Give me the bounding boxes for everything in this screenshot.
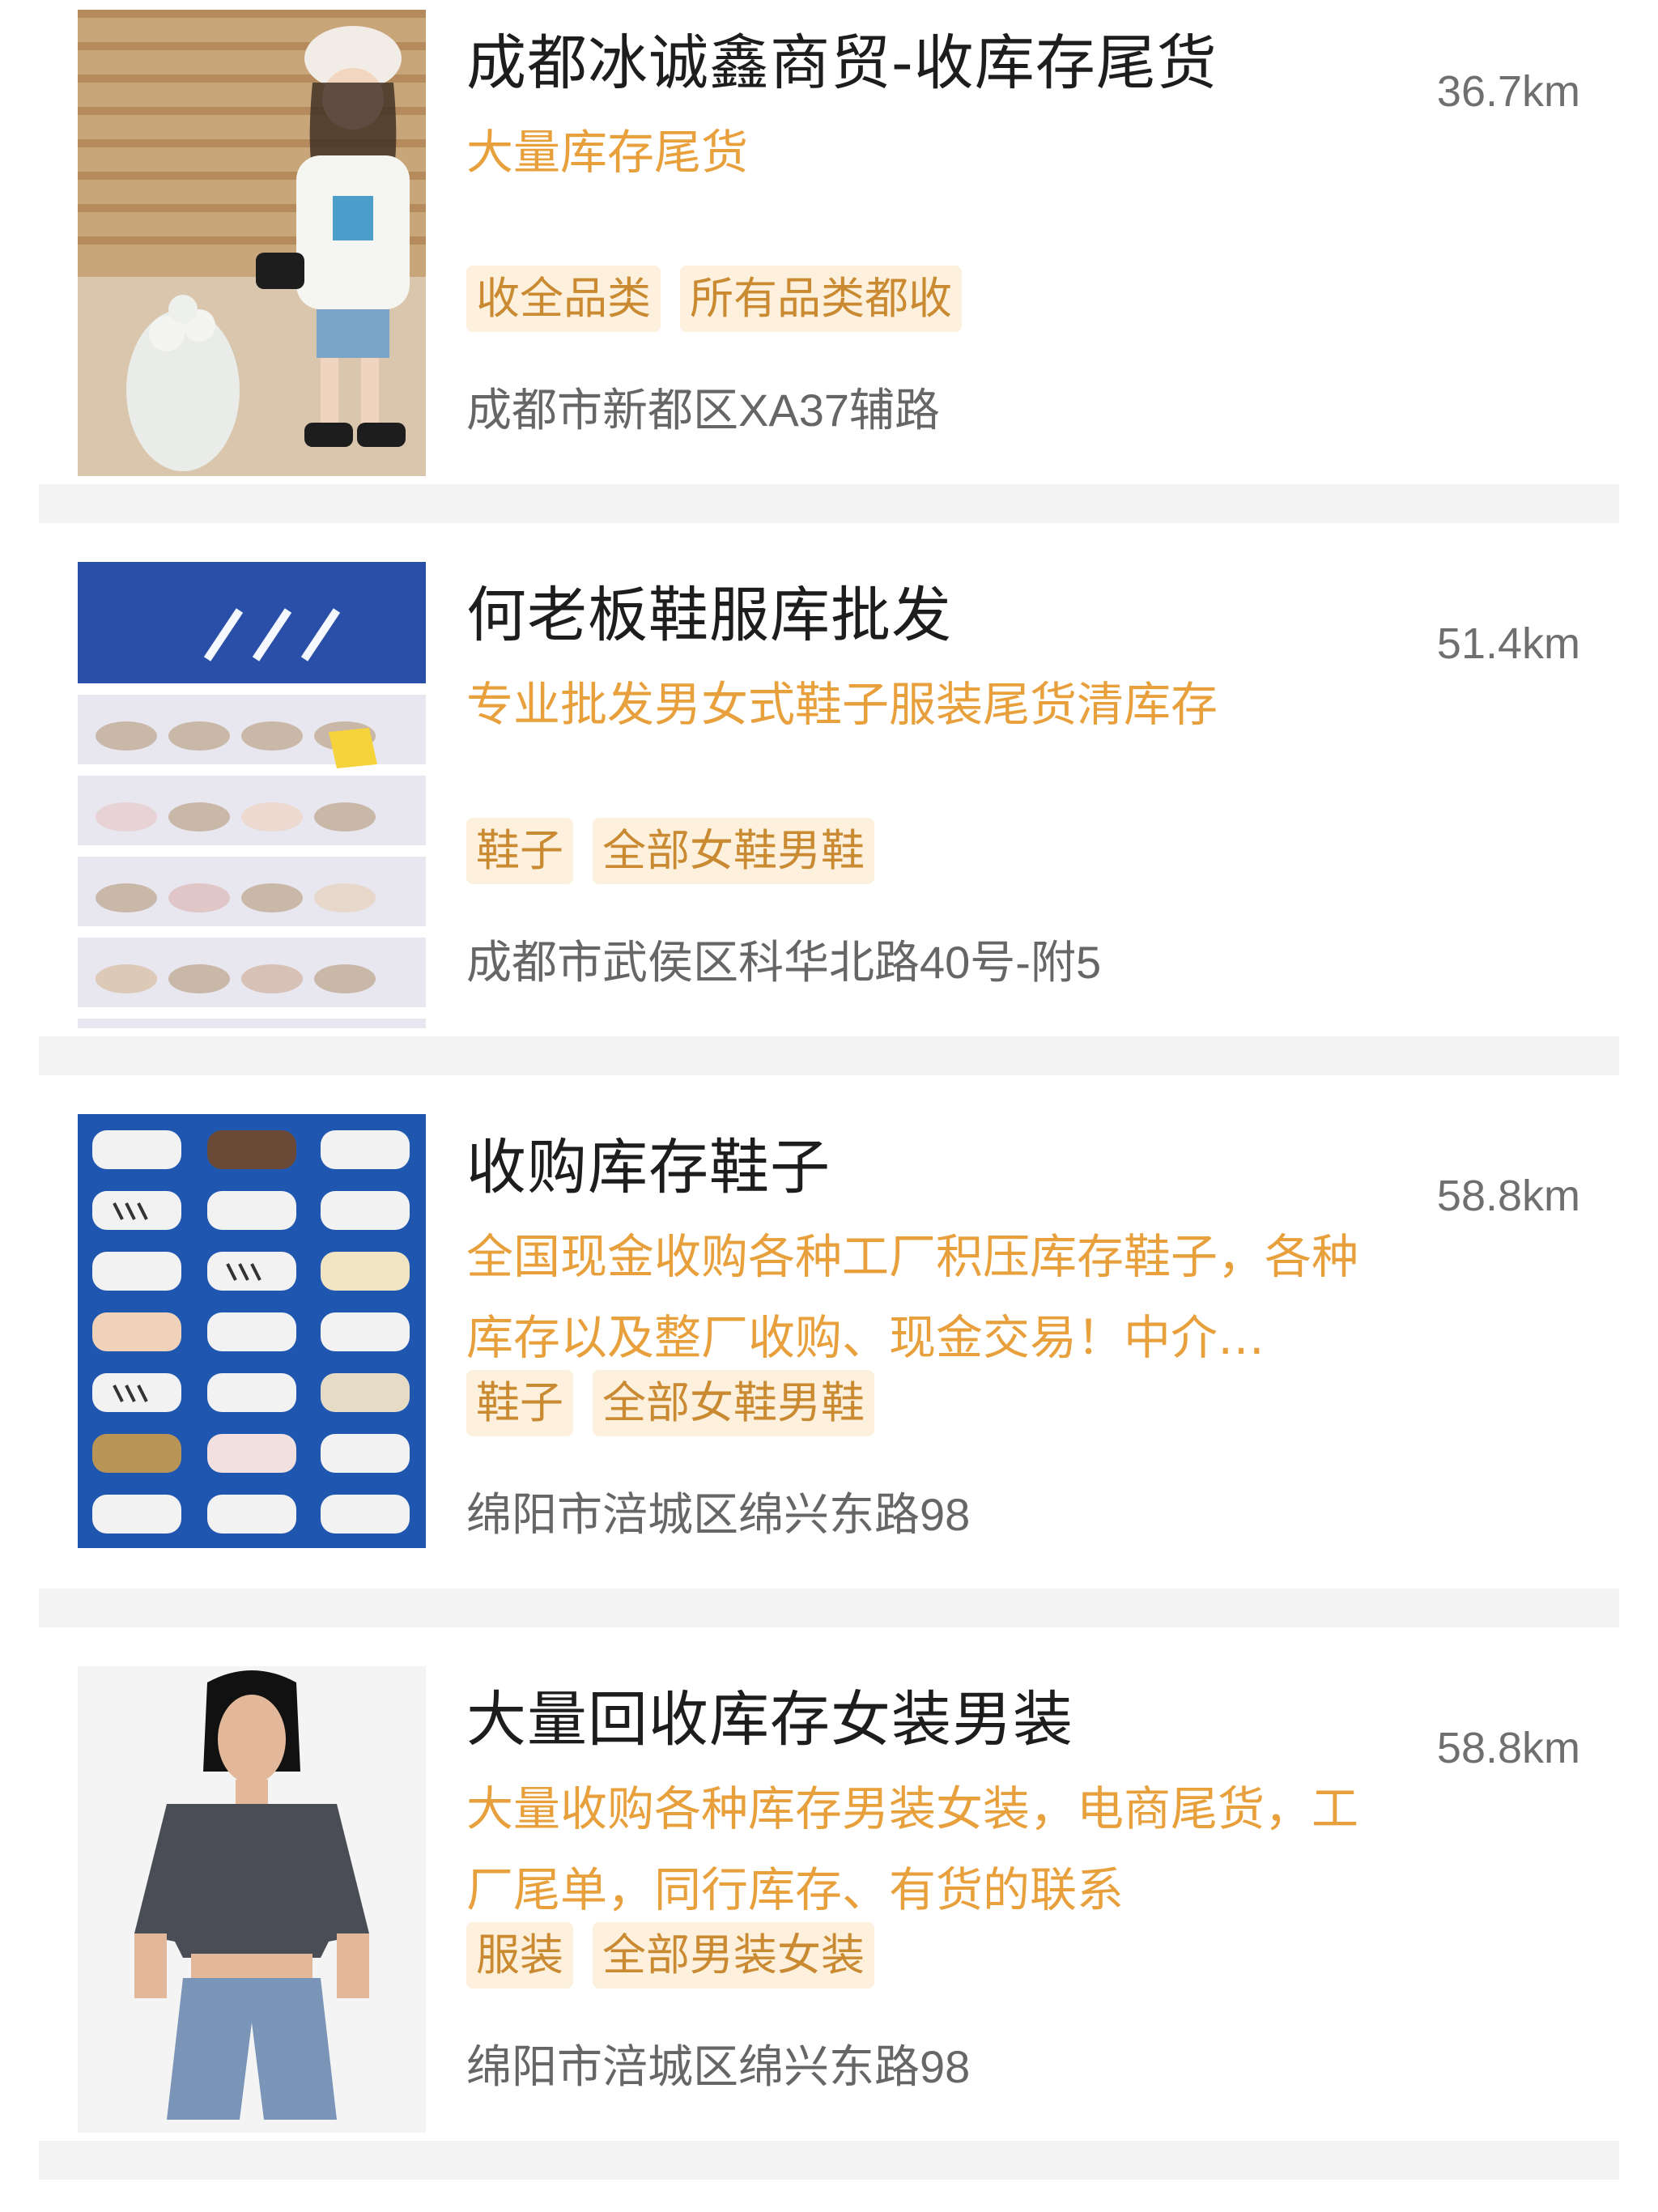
listing-card[interactable]: 收购库存鞋子 58.8km 全国现金收购各种工厂积压库存鞋子，各种库存以及整厂收… xyxy=(0,1114,1658,1589)
listing-address: 成都市武侯区科华北路40号-附5 xyxy=(466,937,1102,988)
listing-image[interactable] xyxy=(78,1666,426,2133)
listing-distance: 58.8km xyxy=(1436,1172,1580,1220)
listing-tags: 鞋子 全部女鞋男鞋 xyxy=(466,1370,874,1436)
category-tag: 服装 xyxy=(466,1922,573,1989)
listing-tags: 鞋子 全部女鞋男鞋 xyxy=(466,818,874,884)
category-tag: 鞋子 xyxy=(466,818,573,884)
listing-description: 大量库存尾货 xyxy=(466,125,749,180)
category-tag: 全部女鞋男鞋 xyxy=(593,1370,874,1436)
listing-distance: 36.7km xyxy=(1436,67,1580,116)
listing-title[interactable]: 大量回收库存女装男装 xyxy=(466,1671,1073,1758)
listing-card[interactable]: 大量回收库存女装男装 58.8km 大量收购各种库存男装女装，电商尾货，工厂尾单… xyxy=(0,1666,1658,2141)
category-tag: 所有品类都收 xyxy=(680,266,962,332)
category-tag: 全部女鞋男鞋 xyxy=(593,818,874,884)
section-divider xyxy=(39,1036,1619,1075)
listing-tags: 收全品类 所有品类都收 xyxy=(466,266,962,332)
listing-title[interactable]: 成都冰诚鑫商贸-收库存尾货 xyxy=(466,15,1218,101)
category-tag: 收全品类 xyxy=(466,266,661,332)
listing-title[interactable]: 何老板鞋服库批发 xyxy=(466,567,952,653)
section-divider xyxy=(39,484,1619,523)
listing-description: 全国现金收购各种工厂积压库存鞋子，各种库存以及整厂收购、现金交易！中介… xyxy=(466,1229,1359,1365)
listing-card[interactable]: 成都冰诚鑫商贸-收库存尾货 36.7km 大量库存尾货 收全品类 所有品类都收 … xyxy=(0,10,1658,484)
listing-distance: 58.8km xyxy=(1436,1724,1580,1772)
listing-card[interactable]: 何老板鞋服库批发 51.4km 专业批发男女式鞋子服装尾货清库存 鞋子 全部女鞋… xyxy=(0,562,1658,1036)
listing-description: 专业批发男女式鞋子服装尾货清库存 xyxy=(466,677,1218,732)
listing-address: 绵阳市涪城区绵兴东路98 xyxy=(466,1489,971,1540)
listing-title[interactable]: 收购库存鞋子 xyxy=(466,1119,831,1206)
category-tag: 鞋子 xyxy=(466,1370,573,1436)
listing-image[interactable] xyxy=(78,10,426,476)
listing-distance: 51.4km xyxy=(1436,619,1580,668)
category-tag: 全部男装女装 xyxy=(593,1922,874,1989)
listing-address: 绵阳市涪城区绵兴东路98 xyxy=(466,2041,971,2092)
section-divider xyxy=(39,2141,1619,2180)
section-divider xyxy=(39,1589,1619,1627)
listing-tags: 服装 全部男装女装 xyxy=(466,1922,874,1989)
listing-image[interactable] xyxy=(78,1114,426,1548)
listing-image[interactable] xyxy=(78,562,426,1028)
listing-description: 大量收购各种库存男装女装，电商尾货，工厂尾单，同行库存、有货的联系 xyxy=(466,1781,1359,1917)
listing-address: 成都市新都区XA37辅路 xyxy=(466,385,940,436)
